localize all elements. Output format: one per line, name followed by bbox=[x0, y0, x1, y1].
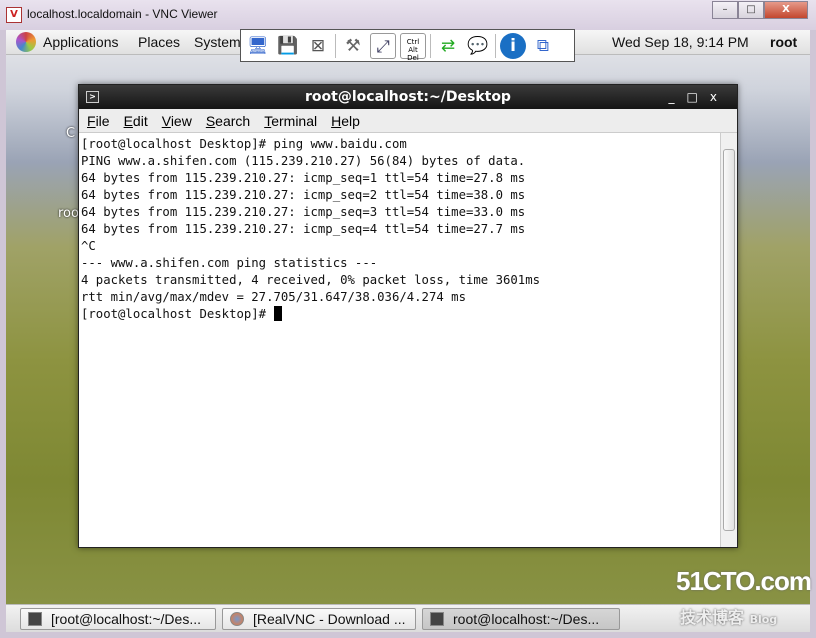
info-icon[interactable]: i bbox=[500, 32, 526, 59]
prompt: [root@localhost Desktop]# bbox=[81, 307, 274, 321]
terminal-title-bar[interactable]: > root@localhost:~/Desktop _□x bbox=[79, 85, 737, 109]
options-icon[interactable]: ⚒ bbox=[340, 33, 366, 59]
output-line: 64 bytes from 115.239.210.27: icmp_seq=2… bbox=[81, 188, 526, 202]
user-menu[interactable]: root bbox=[770, 34, 797, 50]
output-line: 64 bytes from 115.239.210.27: icmp_seq=1… bbox=[81, 171, 526, 185]
minimize-button[interactable]: – bbox=[712, 1, 738, 19]
transfer-files-icon[interactable]: ⇄ bbox=[435, 33, 461, 59]
vnc-logo-icon: V bbox=[6, 7, 22, 23]
close-button[interactable]: X bbox=[764, 1, 808, 19]
taskbar-item-terminal-2[interactable]: root@localhost:~/Des... bbox=[422, 608, 620, 630]
vnc-toolbar: 🖥 💾 ⊠ ⚒ ⤢ Ctrl Alt Del ⇄ 💬 i ⧉ bbox=[240, 29, 575, 62]
taskbar-item-firefox[interactable]: [RealVNC - Download ... bbox=[222, 608, 416, 630]
new-connection-icon[interactable]: 🖥 bbox=[245, 33, 271, 59]
menu-file[interactable]: File bbox=[87, 113, 110, 129]
cursor bbox=[273, 306, 282, 321]
menu-help[interactable]: Help bbox=[331, 113, 360, 129]
output-line: 64 bytes from 115.239.210.27: icmp_seq=4… bbox=[81, 222, 526, 236]
output-line: rtt min/avg/max/mdev = 27.705/31.647/38.… bbox=[81, 290, 466, 304]
menu-edit[interactable]: Edit bbox=[124, 113, 148, 129]
vnc-window-title: localhost.localdomain - VNC Viewer bbox=[27, 7, 218, 21]
terminal-window: > root@localhost:~/Desktop _□x File Edit… bbox=[78, 84, 738, 548]
menu-search[interactable]: Search bbox=[206, 113, 250, 129]
connections-icon[interactable]: ⧉ bbox=[530, 33, 556, 59]
desktop-icon-label[interactable]: C bbox=[66, 126, 75, 141]
terminal-menubar: File Edit View Search Terminal Help bbox=[79, 109, 737, 133]
output-line: ^C bbox=[81, 239, 96, 253]
scrollbar[interactable] bbox=[720, 133, 737, 547]
terminal-icon bbox=[28, 612, 42, 626]
menu-view[interactable]: View bbox=[162, 113, 192, 129]
scrollbar-thumb[interactable] bbox=[723, 149, 735, 531]
minimize-button[interactable]: _ bbox=[669, 90, 687, 104]
terminal-title: root@localhost:~/Desktop bbox=[305, 89, 511, 105]
output-line: 64 bytes from 115.239.210.27: icmp_seq=3… bbox=[81, 205, 526, 219]
menu-terminal[interactable]: Terminal bbox=[264, 113, 317, 129]
terminal-output[interactable]: [root@localhost Desktop]# ping www.baidu… bbox=[79, 133, 720, 547]
watermark-subtitle: 技术博客 Blog bbox=[680, 608, 778, 627]
close-connection-icon[interactable]: ⊠ bbox=[305, 33, 331, 59]
output-line: --- www.a.shifen.com ping statistics --- bbox=[81, 256, 378, 270]
watermark-logo: 51CTO.com bbox=[676, 566, 812, 596]
vnc-title-bar: V localhost.localdomain - VNC Viewer – □… bbox=[0, 0, 816, 30]
applications-icon bbox=[16, 32, 36, 52]
terminal-icon bbox=[430, 612, 444, 626]
chat-icon[interactable]: 💬 bbox=[465, 33, 491, 59]
maximize-button[interactable]: □ bbox=[687, 90, 710, 104]
terminal-icon: > bbox=[86, 91, 99, 103]
fullscreen-icon[interactable]: ⤢ bbox=[370, 32, 396, 59]
output-line: 4 packets transmitted, 4 received, 0% pa… bbox=[81, 273, 541, 287]
taskbar-item-terminal-1[interactable]: [root@localhost:~/Des... bbox=[20, 608, 216, 630]
menu-system[interactable]: System bbox=[194, 34, 241, 50]
ctrl-alt-del-icon[interactable]: Ctrl Alt Del bbox=[400, 32, 426, 62]
firefox-icon bbox=[230, 612, 244, 626]
menu-applications[interactable]: Applications bbox=[43, 34, 119, 50]
save-icon[interactable]: 💾 bbox=[275, 33, 301, 59]
close-button[interactable]: x bbox=[710, 90, 729, 104]
output-line: [root@localhost Desktop]# ping www.baidu… bbox=[81, 137, 407, 151]
maximize-button[interactable]: □ bbox=[738, 1, 764, 19]
clock[interactable]: Wed Sep 18, 9:14 PM bbox=[612, 34, 749, 50]
output-line: PING www.a.shifen.com (115.239.210.27) 5… bbox=[81, 154, 526, 168]
menu-places[interactable]: Places bbox=[138, 34, 180, 50]
desktop-icon-label[interactable]: roo bbox=[58, 206, 79, 221]
